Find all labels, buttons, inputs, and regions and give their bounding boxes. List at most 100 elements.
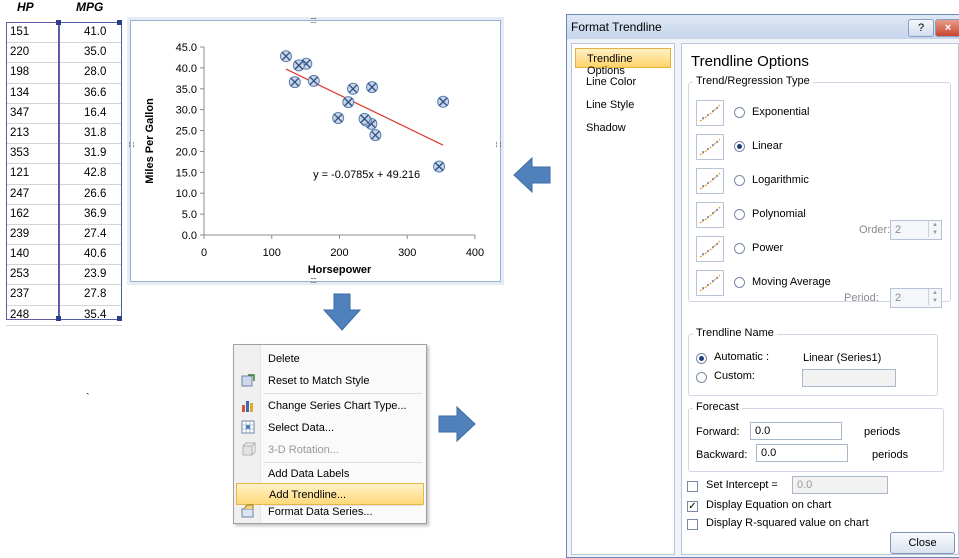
- spinner-arrows-icon: ▲ ▼: [928, 221, 941, 237]
- menu-item-delete[interactable]: Delete: [236, 348, 424, 370]
- data-point[interactable]: [332, 112, 345, 125]
- data-point[interactable]: [288, 76, 301, 89]
- automatic-radio[interactable]: [696, 353, 707, 364]
- chart-plot: 0.0 5.0 10.0 15.0 20.0 25.0 30.0 35.0 40.0 45.0 0 1…: [144, 42, 484, 276]
- nav-item-label: Line Color: [586, 76, 637, 88]
- menu-item-label: Add Trendline...: [269, 489, 347, 501]
- polynomial-radio[interactable]: [734, 209, 745, 220]
- y-tick-label: 0.0: [182, 230, 197, 242]
- logarithmic-label: Logarithmic: [752, 174, 809, 186]
- scatter-chart[interactable]: :::: :::: :::: :::: 0.0 5.0 10.0 15.0 20.0 25…: [127, 15, 504, 285]
- data-point[interactable]: [433, 160, 446, 173]
- menu-item-change-series-chart-type[interactable]: Change Series Chart Type...: [236, 395, 424, 417]
- arrow-down-icon: [322, 293, 362, 331]
- data-point[interactable]: [369, 129, 382, 142]
- power-label: Power: [752, 242, 784, 254]
- custom-name-input[interactable]: [802, 369, 896, 387]
- resize-grip-left[interactable]: ::::: [127, 141, 137, 147]
- arrow-right-icon: [438, 405, 476, 443]
- display-r-squared-checkbox[interactable]: [687, 519, 698, 530]
- nav-item-trendline-options[interactable]: Trendline Options: [575, 48, 671, 77]
- selection-handle[interactable]: [117, 20, 122, 25]
- selected-column-range[interactable]: [58, 22, 122, 320]
- exponential-radio[interactable]: [734, 107, 745, 118]
- logarithmic-trend-icon: [696, 168, 724, 194]
- menu-item-select-data[interactable]: Select Data...: [236, 417, 424, 439]
- menu-item-format-data-series[interactable]: Format Data Series...: [236, 501, 424, 523]
- set-intercept-value: 0.0: [797, 479, 813, 491]
- y-tick-label: 25.0: [176, 126, 197, 138]
- linear-radio[interactable]: [734, 141, 745, 152]
- selected-row-range[interactable]: [6, 22, 60, 320]
- nav-item-shadow[interactable]: Shadow: [575, 118, 671, 138]
- set-intercept-input[interactable]: 0.0: [792, 476, 888, 494]
- mouse-cursor-icon: ˋ: [86, 392, 90, 404]
- menu-item-label: Change Series Chart Type...: [268, 400, 407, 412]
- display-equation-checkbox[interactable]: ✓: [687, 501, 698, 512]
- menu-item-label: Delete: [268, 353, 300, 365]
- x-tick-label: 200: [330, 247, 348, 259]
- data-point[interactable]: [366, 81, 379, 94]
- close-button[interactable]: Close: [890, 532, 955, 554]
- backward-input[interactable]: 0.0: [756, 444, 848, 462]
- x-tick-label: 400: [466, 247, 484, 259]
- data-point[interactable]: [342, 96, 355, 109]
- power-radio[interactable]: [734, 243, 745, 254]
- y-tick-label: 30.0: [176, 105, 197, 117]
- menu-item-label: 3-D Rotation...: [268, 444, 339, 456]
- selection-handle[interactable]: [117, 316, 122, 321]
- forward-label: Forward:: [696, 426, 740, 438]
- polynomial-trend-icon: [696, 202, 724, 228]
- data-point[interactable]: [307, 74, 320, 87]
- automatic-label: Automatic :: [714, 351, 770, 363]
- data-point[interactable]: [292, 59, 305, 72]
- bar-chart-icon: [242, 401, 253, 412]
- table-header-mpg: MPG: [76, 0, 104, 14]
- data-point[interactable]: [347, 82, 360, 95]
- display-equation-label: Display Equation on chart: [706, 499, 832, 511]
- x-tick-label: 0: [201, 247, 207, 259]
- selection-handle[interactable]: [56, 20, 61, 25]
- data-point[interactable]: [358, 112, 371, 125]
- menu-item-label: Format Data Series...: [268, 506, 373, 518]
- linear-label: Linear: [752, 140, 783, 152]
- nav-item-label: Line Style: [586, 99, 635, 111]
- arrow-left-icon: [513, 156, 551, 194]
- y-tick-label: 45.0: [176, 42, 197, 54]
- period-value: 2: [895, 292, 902, 304]
- resize-grip-right[interactable]: ::::: [494, 141, 504, 147]
- order-label: Order:: [859, 224, 891, 236]
- close-window-button[interactable]: ×: [935, 19, 959, 37]
- menu-item-add-data-labels[interactable]: Add Data Labels: [236, 463, 424, 485]
- backward-periods-label: periods: [872, 449, 909, 461]
- display-r-squared-label: Display R-squared value on chart: [706, 517, 869, 529]
- selection-handle[interactable]: [56, 316, 61, 321]
- dialog-titlebar: Format Trendline ? ×: [567, 15, 959, 39]
- data-point[interactable]: [437, 95, 450, 108]
- order-spinner: 2 ▲ ▼: [890, 220, 942, 240]
- menu-item-label: Reset to Match Style: [268, 375, 370, 387]
- y-tick-label: 10.0: [176, 188, 197, 200]
- resize-grip-top[interactable]: ::::: [310, 15, 317, 25]
- moving-average-radio[interactable]: [734, 277, 745, 288]
- forward-input[interactable]: 0.0: [750, 422, 842, 440]
- polynomial-label: Polynomial: [752, 208, 806, 220]
- format-series-icon: [241, 504, 254, 518]
- group-label: Trendline Name: [693, 327, 777, 339]
- y-tick-label: 20.0: [176, 146, 197, 158]
- menu-item-label: Select Data...: [268, 422, 335, 434]
- moving-average-label: Moving Average: [752, 276, 831, 288]
- custom-radio[interactable]: [696, 372, 707, 383]
- menu-item-reset-to-match-style[interactable]: Reset to Match Style: [236, 370, 424, 392]
- nav-item-line-color[interactable]: Line Color: [575, 72, 671, 92]
- x-tick-label: 100: [263, 247, 281, 259]
- help-button[interactable]: ?: [908, 19, 934, 37]
- resize-grip-bottom[interactable]: ::::: [310, 275, 317, 285]
- nav-item-line-style[interactable]: Line Style: [575, 95, 671, 115]
- data-point[interactable]: [279, 50, 292, 63]
- set-intercept-checkbox[interactable]: [687, 481, 698, 492]
- y-tick-label: 40.0: [176, 63, 197, 75]
- logarithmic-radio[interactable]: [734, 175, 745, 186]
- spinner-arrows-icon: ▲ ▼: [928, 289, 941, 305]
- group-label: Trend/Regression Type: [693, 75, 813, 87]
